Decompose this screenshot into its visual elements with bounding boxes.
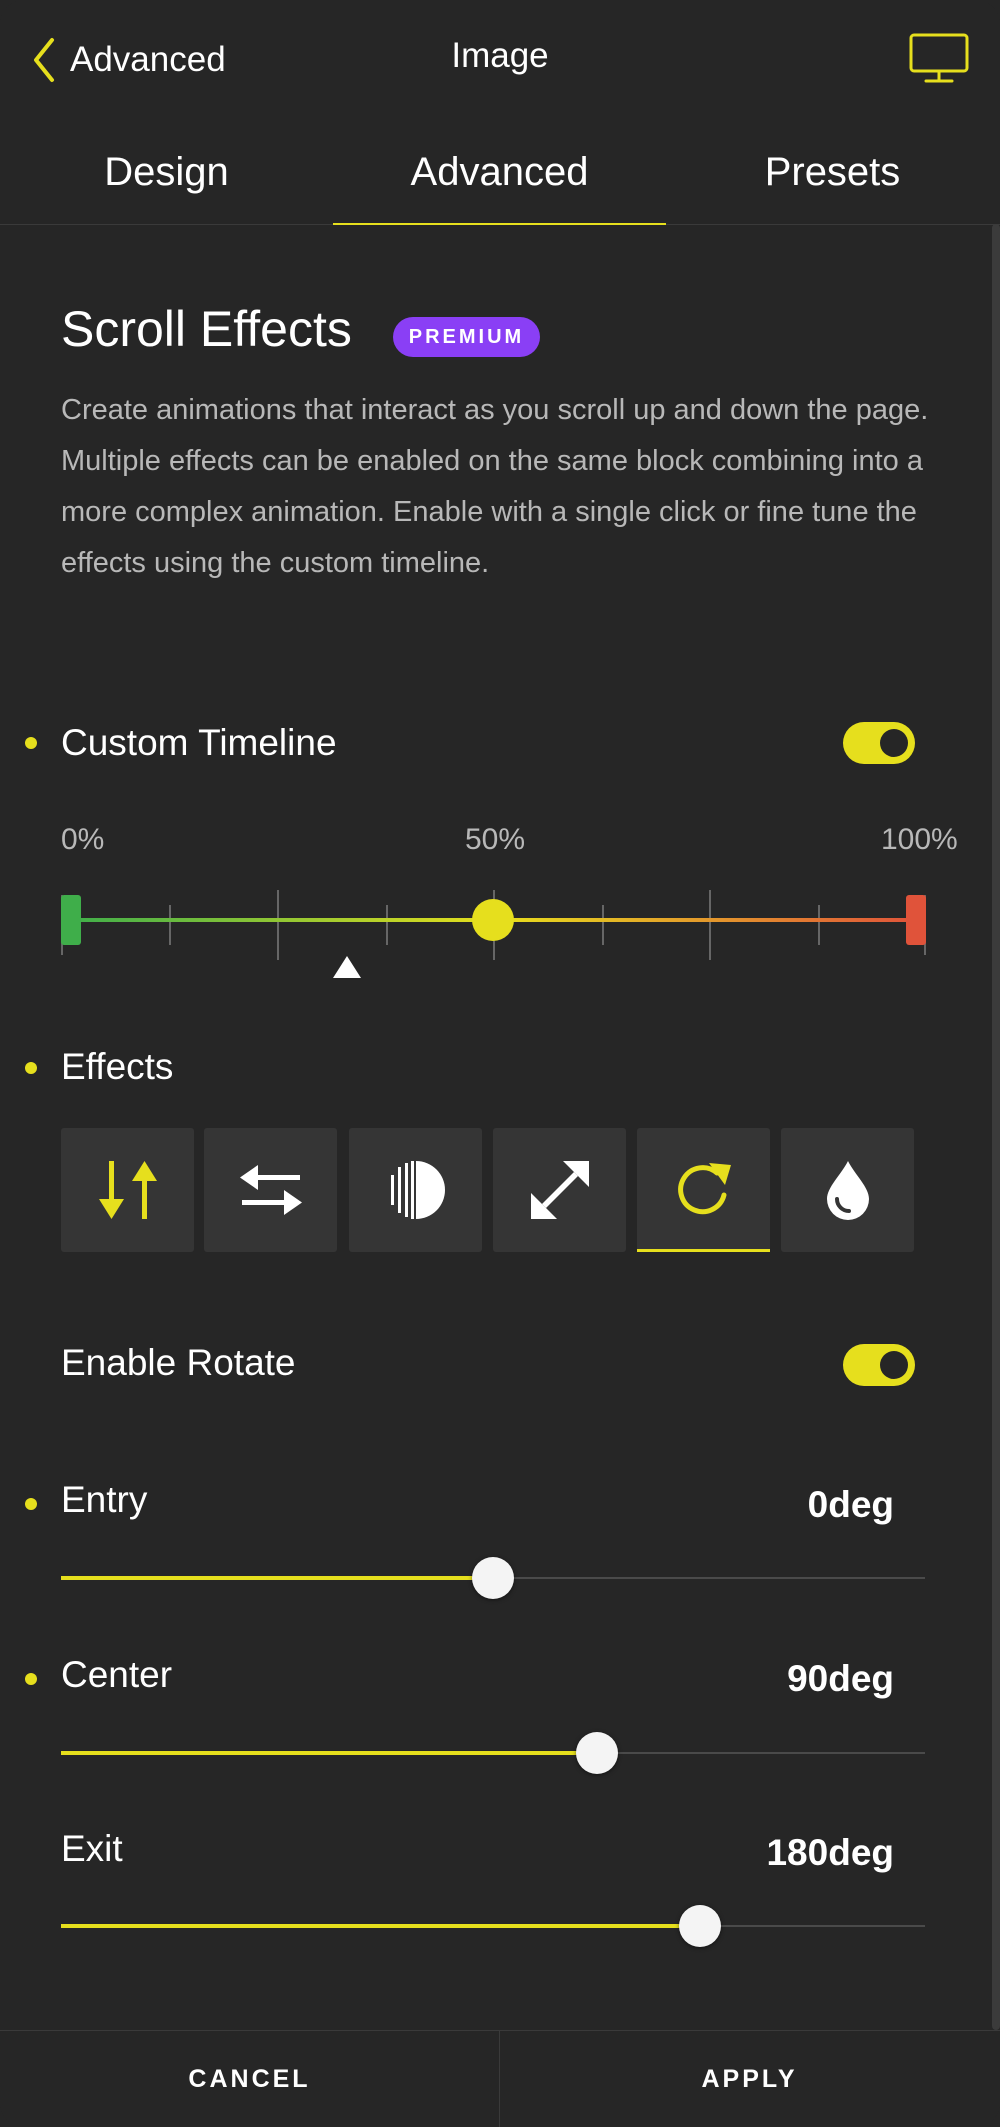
tab-presets[interactable]: Presets (666, 120, 999, 224)
timeline-end-handle[interactable] (906, 895, 926, 945)
exit-value: 180deg (766, 1832, 894, 1873)
scrollbar[interactable] (992, 224, 1000, 2030)
slider-fill (61, 1576, 493, 1580)
toggle-knob (880, 729, 908, 757)
scale-arrows-icon (530, 1161, 589, 1219)
enable-rotate-label: Enable Rotate (61, 1342, 296, 1383)
footer-actions: CANCEL APPLY (0, 2030, 1000, 2127)
entry-slider[interactable] (61, 1556, 925, 1600)
horizontal-arrows-icon (239, 1165, 302, 1215)
timeline-end-label: 100% (881, 823, 958, 856)
exit-slider[interactable] (61, 1904, 925, 1948)
exit-label: Exit (61, 1828, 123, 1869)
timeline-middle-label: 50% (465, 823, 526, 856)
premium-badge: PREMIUM (393, 317, 540, 357)
effect-opacity-button[interactable] (349, 1128, 482, 1252)
entry-label: Entry (61, 1479, 148, 1520)
status-dot (25, 1673, 37, 1685)
device-toggle-button[interactable] (908, 32, 970, 84)
image-settings-panel: Advanced Image Design Advanced Presets S… (0, 0, 1000, 2127)
section-title: Scroll Effects (61, 301, 352, 357)
effect-scale-button[interactable] (493, 1128, 626, 1252)
center-slider[interactable] (61, 1731, 925, 1775)
slider-thumb[interactable] (575, 1732, 618, 1774)
apply-button[interactable]: APPLY (500, 2031, 999, 2127)
effect-vertical-button[interactable] (61, 1128, 194, 1252)
slider-fill (61, 1751, 597, 1755)
tab-bar: Design Advanced Presets (0, 120, 1000, 225)
cancel-button[interactable]: CANCEL (0, 2031, 499, 2127)
effect-blur-button[interactable] (781, 1128, 914, 1252)
custom-timeline-label: Custom Timeline (61, 722, 337, 763)
monitor-icon (909, 33, 969, 83)
center-value: 90deg (787, 1658, 894, 1699)
effect-horizontal-button[interactable] (204, 1128, 337, 1252)
header: Advanced Image (0, 0, 1000, 120)
rotate-icon (677, 1163, 731, 1215)
entry-value: 0deg (807, 1484, 894, 1525)
toggle-knob (880, 1351, 908, 1379)
center-label: Center (61, 1654, 173, 1695)
effects-grid (61, 1128, 915, 1252)
effect-rotate-button[interactable] (637, 1128, 770, 1252)
page-title: Image (451, 36, 549, 75)
timeline-start-handle[interactable] (61, 895, 81, 945)
blur-drop-icon (826, 1161, 869, 1220)
status-dot (25, 737, 37, 749)
opacity-circle-icon (390, 1161, 445, 1219)
slider-fill (61, 1924, 701, 1928)
tab-advanced[interactable]: Advanced (333, 120, 666, 225)
tab-design[interactable]: Design (0, 120, 333, 224)
custom-timeline-toggle[interactable] (843, 722, 915, 764)
effects-label: Effects (61, 1046, 174, 1087)
status-dot (25, 1062, 37, 1074)
slider-thumb[interactable] (679, 1905, 722, 1947)
slider-thumb[interactable] (472, 1557, 514, 1599)
section-description: Create animations that interact as you s… (61, 394, 929, 579)
timeline-start-label: 0% (61, 823, 105, 856)
vertical-arrows-icon (98, 1161, 157, 1219)
status-dot (25, 1498, 37, 1510)
timeline-position-marker (333, 956, 361, 978)
timeline-center-handle[interactable] (472, 899, 514, 941)
enable-rotate-toggle[interactable] (843, 1344, 915, 1386)
custom-timeline[interactable] (61, 880, 927, 980)
